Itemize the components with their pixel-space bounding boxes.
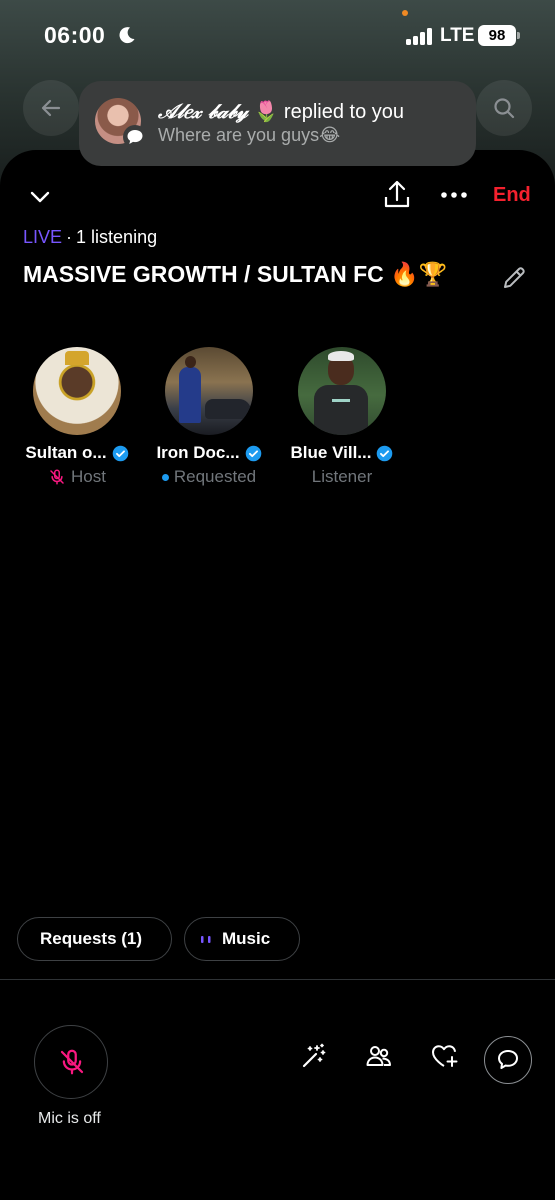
- participant-role-text: Requested: [173, 467, 257, 486]
- participant-role: Listener: [284, 467, 400, 487]
- end-space-button[interactable]: End: [493, 184, 531, 207]
- participant-host[interactable]: Sultan o... Host: [19, 347, 135, 487]
- status-bar: 06:00 LTE 98: [0, 0, 555, 70]
- participant-listener[interactable]: Blue Vill... Listener: [284, 347, 400, 487]
- notification-action: replied to you: [283, 101, 404, 123]
- share-icon[interactable]: [383, 180, 411, 210]
- separator-dot: ·: [66, 227, 73, 247]
- search-icon: [494, 98, 515, 119]
- reply-notification[interactable]: 𝒜𝓁𝑒𝓍 𝒷𝒶𝒷𝓎 🌷 replied to you Where are you…: [79, 81, 476, 166]
- signal-icon: [406, 27, 432, 45]
- mic-status-label: Mic is off: [38, 1110, 101, 1127]
- battery-icon: 98: [478, 25, 516, 46]
- listener-count: 1 listening: [76, 227, 158, 247]
- avatar: [165, 347, 253, 435]
- notification-sender: 𝒜𝓁𝑒𝓍 𝒷𝒶𝒷𝓎: [158, 99, 248, 123]
- music-button[interactable]: Music: [184, 917, 300, 961]
- network-label: LTE: [440, 25, 475, 46]
- participant-name-text: Blue Vill...: [290, 443, 372, 462]
- divider: [0, 979, 555, 980]
- verified-badge-icon: [112, 445, 128, 461]
- participant-name: Iron Doc...: [151, 443, 267, 463]
- verified-badge-icon: [377, 445, 393, 461]
- arrow-left-icon: [41, 99, 61, 117]
- chat-bubble-icon: [127, 130, 143, 144]
- participant-role-text: Host: [71, 467, 106, 486]
- tulip-emoji: 🌷: [253, 101, 279, 123]
- participant-name-text: Iron Doc...: [156, 443, 240, 462]
- participant-role-text: Listener: [311, 467, 373, 486]
- back-button[interactable]: [23, 80, 79, 136]
- chevron-down-icon[interactable]: [28, 185, 52, 209]
- participant-role: Requested: [151, 467, 267, 487]
- heart-plus-icon[interactable]: [430, 1042, 460, 1070]
- search-button[interactable]: [476, 80, 532, 136]
- edit-icon[interactable]: [500, 264, 528, 292]
- people-icon[interactable]: [365, 1042, 393, 1070]
- comment-button[interactable]: [484, 1036, 532, 1084]
- live-label: LIVE: [23, 227, 63, 247]
- space-title: MASSIVE GROWTH / SULTAN FC 🔥🏆: [23, 261, 448, 287]
- participant-name: Sultan o...: [19, 443, 135, 463]
- participant-name: Blue Vill...: [284, 443, 400, 463]
- mic-off-icon: [60, 1049, 84, 1075]
- notification-message: Where are you guys😂: [158, 125, 341, 145]
- participant-name-text: Sultan o...: [25, 443, 107, 462]
- avatar: [33, 347, 121, 435]
- moon-icon: [119, 27, 135, 44]
- participant-requested[interactable]: Iron Doc... Requested: [151, 347, 267, 487]
- chat-bubble-badge: [123, 125, 147, 149]
- more-icon[interactable]: [440, 190, 468, 200]
- music-label: Music: [222, 929, 271, 948]
- notification-title: 𝒜𝓁𝑒𝓍 𝒷𝒶𝒷𝓎 🌷 replied to you: [158, 99, 404, 124]
- requests-button[interactable]: Requests (1): [17, 917, 172, 961]
- mic-off-icon: [50, 469, 64, 485]
- status-time: 06:00: [44, 22, 106, 48]
- requested-dot: [161, 473, 169, 481]
- avatar: [298, 347, 386, 435]
- mic-toggle-button[interactable]: [34, 1025, 108, 1099]
- verified-badge-icon: [245, 445, 261, 461]
- privacy-indicator: [402, 10, 408, 16]
- magic-wand-icon[interactable]: [300, 1042, 328, 1070]
- participant-role: Host: [19, 467, 135, 487]
- music-bars-icon: [201, 935, 211, 943]
- live-status: LIVE · 1 listening: [23, 227, 157, 248]
- speech-bubble-icon: [498, 1050, 518, 1069]
- battery-tip: [517, 32, 520, 39]
